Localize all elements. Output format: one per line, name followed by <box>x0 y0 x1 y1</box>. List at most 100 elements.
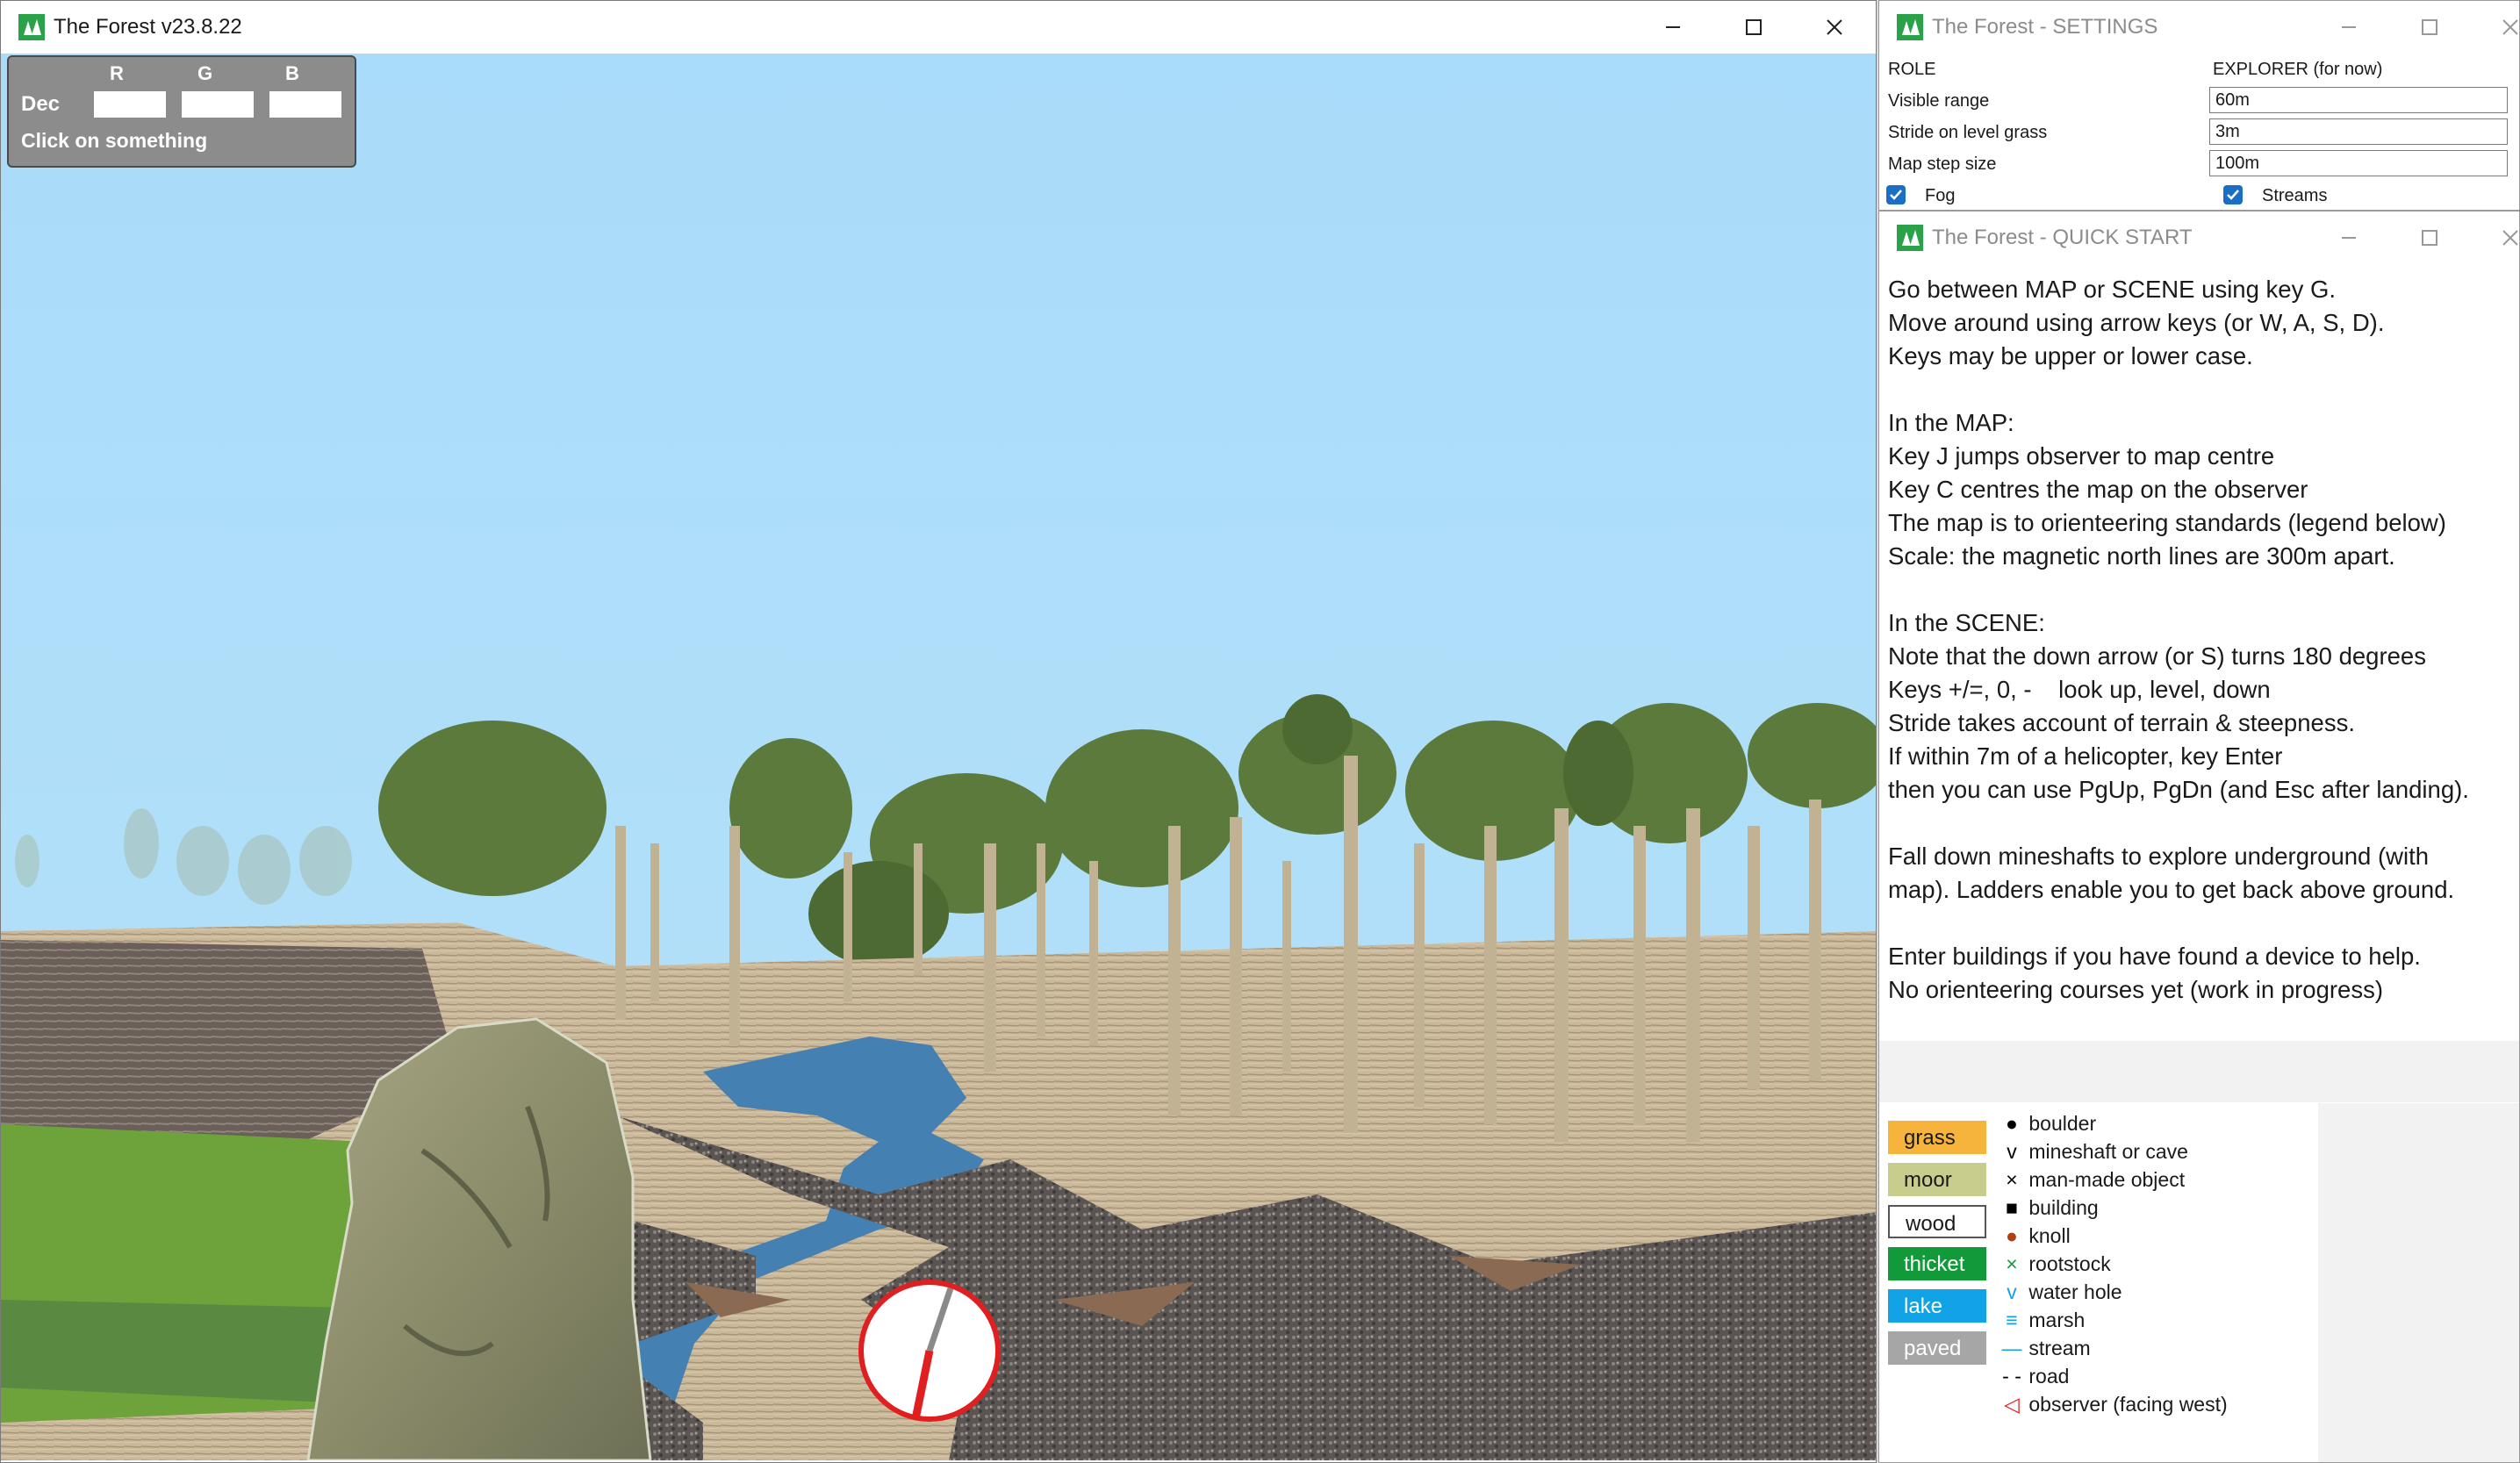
legend-symbol-label: road <box>2023 1365 2070 1388</box>
role-label: ROLE <box>1888 60 1936 79</box>
quickstart-minimize-button[interactable] <box>2309 212 2388 264</box>
legend-symbol-row: × rootstock <box>2000 1252 2111 1276</box>
settings-minimize-button[interactable] <box>2309 1 2388 54</box>
legend-symbol-label: knoll <box>2023 1224 2071 1247</box>
instruction-line <box>1888 807 2494 840</box>
fog-label: Fog <box>1925 186 1956 205</box>
role-value: EXPLORER (for now) <box>2213 60 2383 79</box>
legend-symbol-label: mineshaft or cave <box>2023 1140 2188 1163</box>
legend-area-thicket: thicket <box>1888 1247 1986 1280</box>
man-made-object-icon: × <box>2006 1168 2018 1191</box>
instruction-line: Note that the down arrow (or S) turns 18… <box>1888 642 2426 670</box>
instruction-line: then you can use PgUp, PgDn (and Esc aft… <box>1888 776 2469 803</box>
settings-window-title: The Forest - SETTINGS <box>1932 15 2158 39</box>
instruction-line: Keys +/=, 0, - look up, level, down <box>1888 676 2271 703</box>
instruction-line: Fall down mineshafts to explore undergro… <box>1888 843 2430 870</box>
rootstock-icon: × <box>2006 1252 2018 1275</box>
map-step-input[interactable]: 100m <box>2209 150 2508 176</box>
quickstart-instructions: Go between MAP or SCENE using key G. Move… <box>1888 273 2494 1007</box>
instruction-line: Stride takes account of terrain & steepn… <box>1888 709 2355 736</box>
rgb-status-message: Click on something <box>21 129 208 152</box>
legend-symbol-row: ≡ marsh <box>2000 1309 2085 1332</box>
toggles-row: Fog Streams <box>1879 180 2519 210</box>
g-value-field <box>182 91 254 118</box>
quickstart-window-title: The Forest - QUICK START <box>1932 226 2193 249</box>
legend-symbol-label: building <box>2023 1196 2099 1219</box>
stride-label: Stride on level grass <box>1888 123 2048 142</box>
rgb-header-r: R <box>110 62 124 84</box>
visible-range-input[interactable]: 60m <box>2209 87 2508 113</box>
knoll-icon: ● <box>2006 1224 2018 1247</box>
legend-symbol-row: ◁ observer (facing west) <box>2000 1393 2228 1416</box>
stride-row: Stride on level grass 3m <box>1879 117 2519 148</box>
legend-symbol-label: boulder <box>2023 1112 2097 1135</box>
settings-window: The Forest - SETTINGS ROLE EXPLORER (for… <box>1878 0 2520 211</box>
settings-titlebar[interactable]: The Forest - SETTINGS <box>1879 1 2519 54</box>
legend-symbol-row: — stream <box>2000 1337 2091 1360</box>
map-legend: grass moor wood thicket lake paved ● boulder v… <box>1879 1103 2318 1462</box>
instruction-line <box>1888 907 2494 940</box>
maximize-button[interactable] <box>1714 1 1793 54</box>
legend-symbol-label: stream <box>2023 1337 2091 1359</box>
legend-symbol-row: - - road <box>2000 1365 2069 1388</box>
rgb-row-label: Dec <box>21 92 61 116</box>
legend-area-grass: grass <box>1888 1121 1986 1154</box>
quickstart-window: The Forest - QUICK START Go between MAP … <box>1878 211 2520 1463</box>
instruction-line: The map is to orienteering standards (le… <box>1888 509 2446 536</box>
quickstart-titlebar[interactable]: The Forest - QUICK START <box>1879 212 2519 264</box>
close-button[interactable] <box>1795 1 1874 54</box>
app-icon <box>1897 14 1923 40</box>
instruction-line: Key J jumps observer to map centre <box>1888 442 2275 470</box>
legend-area-paved: paved <box>1888 1331 1986 1365</box>
main-window-title: The Forest v23.8.22 <box>54 15 242 39</box>
forest-scene-view[interactable] <box>1 54 1877 1460</box>
legend-symbol-label: marsh <box>2023 1309 2086 1331</box>
instruction-line: In the SCENE: <box>1888 609 2045 636</box>
legend-area-wood: wood <box>1888 1205 1986 1238</box>
minimize-button[interactable] <box>1633 1 1712 54</box>
streams-checkbox[interactable] <box>2223 185 2243 204</box>
main-titlebar[interactable]: The Forest v23.8.22 <box>1 1 1876 54</box>
map-step-row: Map step size 100m <box>1879 148 2519 180</box>
legend-symbol-label: observer (facing west) <box>2023 1393 2228 1416</box>
app-icon <box>1897 225 1923 251</box>
quickstart-maximize-button[interactable] <box>2390 212 2469 264</box>
instruction-line <box>1888 573 2494 606</box>
instruction-line: Key C centres the map on the observer <box>1888 476 2308 503</box>
r-value-field <box>94 91 166 118</box>
rgb-readout-panel: R G B Dec Click on something <box>7 55 356 168</box>
compass-icon <box>858 1280 1001 1422</box>
mineshaft-icon: v <box>2007 1140 2017 1163</box>
observer-icon: ◁ <box>2004 1393 2020 1416</box>
legend-symbol-row: v mineshaft or cave <box>2000 1140 2188 1164</box>
legend-symbol-row: × man-made object <box>2000 1168 2185 1192</box>
legend-symbol-row: ● boulder <box>2000 1112 2096 1136</box>
instruction-line: No orienteering courses yet (work in pro… <box>1888 976 2383 1003</box>
legend-gap <box>1879 1041 2519 1102</box>
stride-input[interactable]: 3m <box>2209 118 2508 145</box>
instruction-line: In the MAP: <box>1888 409 2014 436</box>
marsh-icon: ≡ <box>2006 1309 2018 1331</box>
rgb-header-g: G <box>197 62 213 84</box>
b-value-field <box>269 91 341 118</box>
visible-range-label: Visible range <box>1888 91 1990 111</box>
legend-symbol-row: ● knoll <box>2000 1224 2071 1248</box>
legend-side-gap <box>2318 1103 2519 1462</box>
legend-symbol-label: rootstock <box>2023 1252 2111 1275</box>
legend-area-moor: moor <box>1888 1163 1986 1196</box>
streams-label: Streams <box>2262 186 2328 205</box>
instruction-line: Keys may be upper or lower case. <box>1888 342 2253 369</box>
instruction-line: Go between MAP or SCENE using key G. <box>1888 276 2336 303</box>
water-hole-icon: v <box>2007 1280 2017 1303</box>
legend-symbol-label: man-made object <box>2023 1168 2186 1191</box>
instruction-line <box>1888 373 2494 406</box>
settings-maximize-button[interactable] <box>2390 1 2469 54</box>
fog-checkbox[interactable] <box>1886 185 1906 204</box>
role-row: ROLE EXPLORER (for now) <box>1879 54 2519 85</box>
legend-area-lake: lake <box>1888 1289 1986 1323</box>
legend-symbol-label: water hole <box>2023 1280 2122 1303</box>
boulder-icon: ● <box>2006 1112 2018 1135</box>
legend-symbol-row: v water hole <box>2000 1280 2122 1304</box>
settings-close-button[interactable] <box>2471 1 2519 54</box>
quickstart-close-button[interactable] <box>2471 212 2519 264</box>
